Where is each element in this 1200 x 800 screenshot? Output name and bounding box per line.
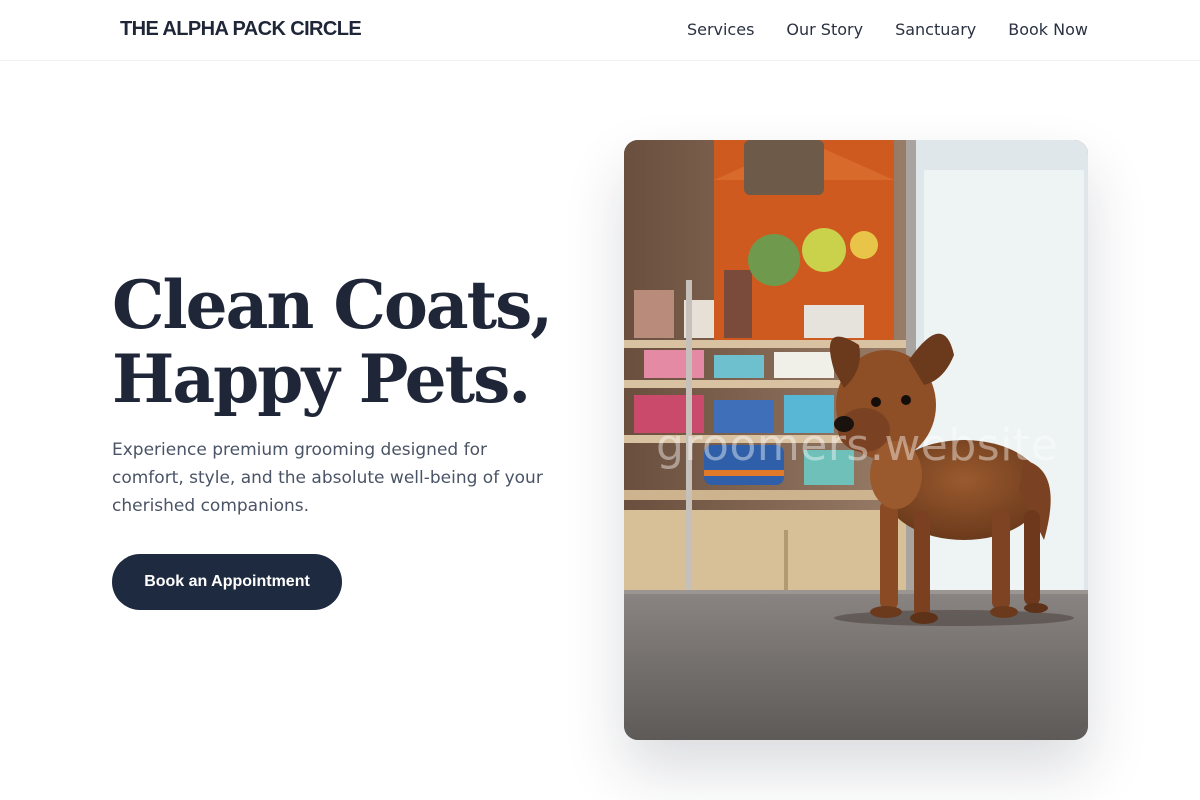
- hero-headline-line-2: Happy Pets.: [112, 340, 531, 418]
- watermark-text: groomers.website: [656, 420, 1059, 471]
- nav-link-sanctuary[interactable]: Sanctuary: [895, 20, 976, 40]
- hero-subtitle: Experience premium grooming designed for…: [112, 440, 543, 516]
- nav-link-book-now[interactable]: Book Now: [1008, 20, 1088, 40]
- hero-text: Clean Coats, Happy Pets. Experience prem…: [112, 268, 572, 520]
- hero-image: groomers.website: [624, 140, 1088, 740]
- nav-link-our-story[interactable]: Our Story: [786, 20, 863, 40]
- nav-link-services[interactable]: Services: [687, 20, 754, 40]
- brand-logo[interactable]: THE ALPHA PACK CIRCLE: [120, 18, 362, 41]
- book-appointment-button[interactable]: Book an Appointment: [112, 554, 342, 610]
- hero-headline-line-1: Clean Coats,: [112, 266, 553, 344]
- site-header: THE ALPHA PACK CIRCLE Services Our Story…: [0, 0, 1200, 61]
- main-nav: Services Our Story Sanctuary Book Now: [687, 20, 1088, 40]
- hero-headline: Clean Coats, Happy Pets.: [112, 268, 572, 416]
